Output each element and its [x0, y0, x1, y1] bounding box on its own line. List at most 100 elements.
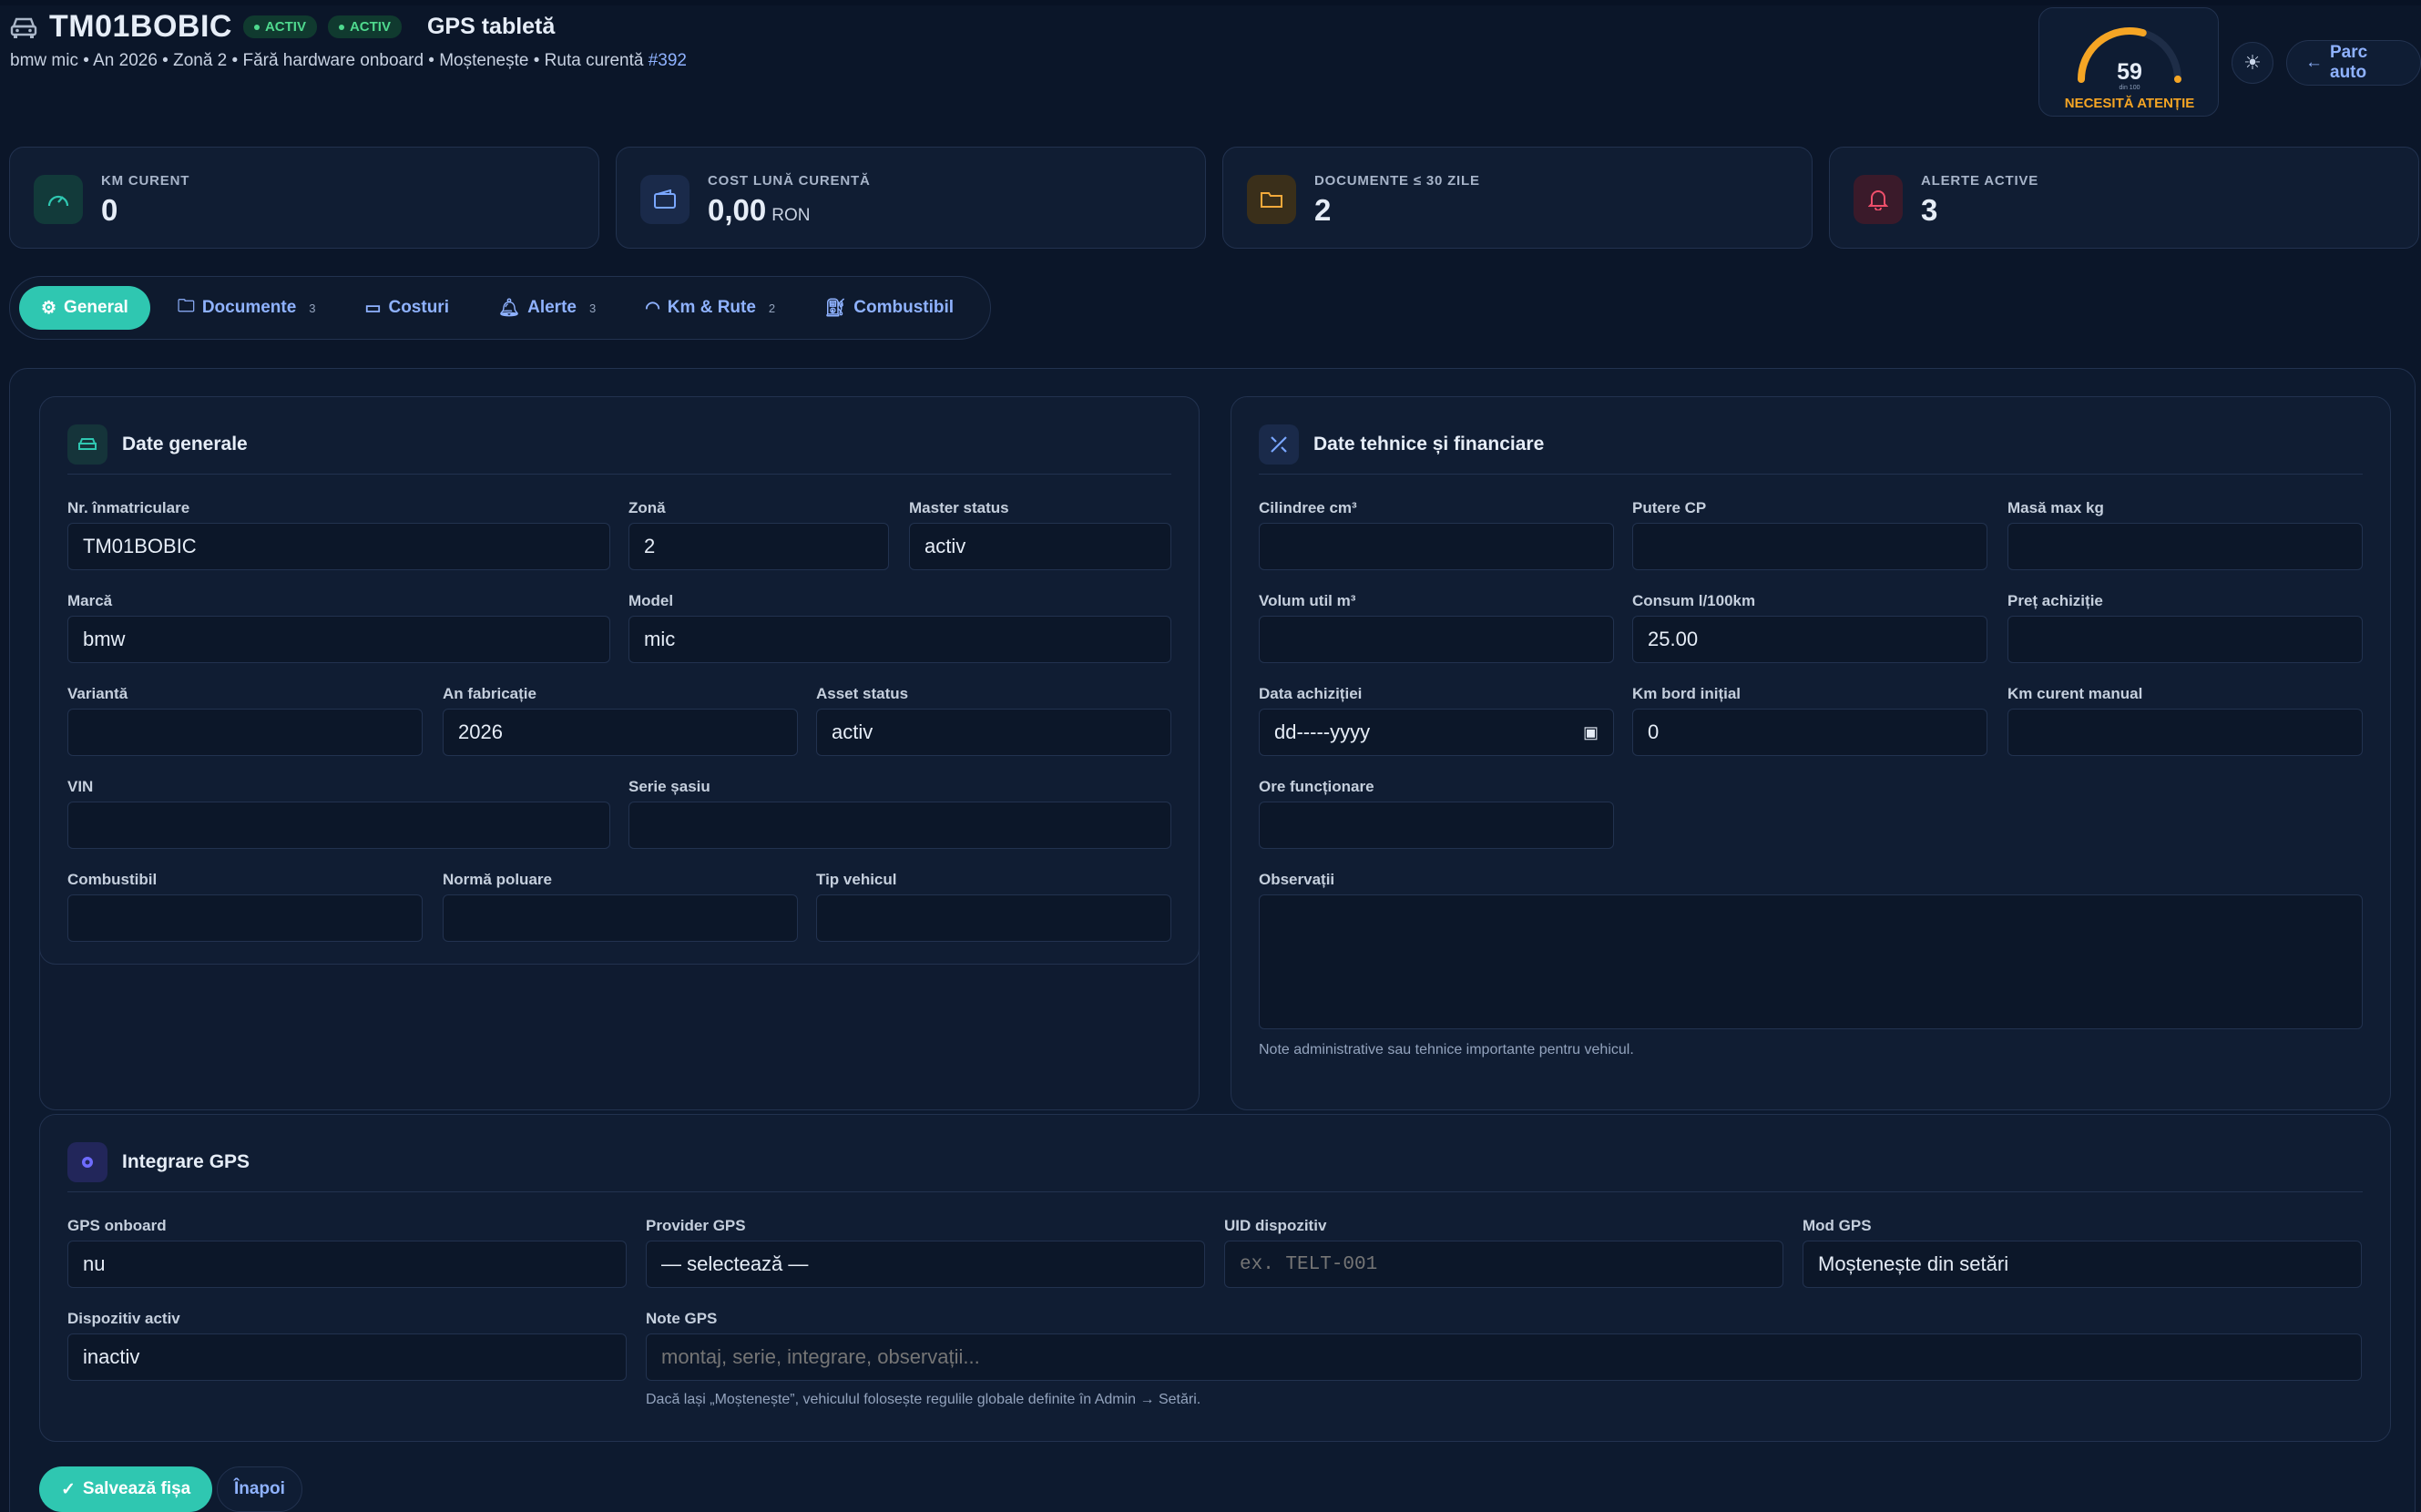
variant-input[interactable]: [67, 709, 423, 756]
kpi-documents-30-days: DOCUMENTE ≤ 30 ZILE 2: [1222, 147, 1813, 249]
car-icon: [10, 17, 37, 38]
purchase-date-placeholder: dd-----yyyy: [1274, 720, 1371, 743]
notes-hint: Note administrative sau tehnice importan…: [1259, 1042, 1634, 1057]
route-link[interactable]: #392: [649, 51, 687, 70]
gps-integration-card: Integrare GPS GPS onboard Provider GPS —…: [39, 1114, 2391, 1442]
tab-km-rute[interactable]: ◠ Km & Rute 2: [623, 286, 797, 330]
kpi-label: ALERTE ACTIVE: [1921, 173, 2039, 189]
tab-label: General: [64, 298, 128, 317]
gps-notes-input[interactable]: [646, 1333, 2362, 1381]
tab-count: 2: [768, 301, 776, 315]
tab-documente[interactable]: 🗀 Documente 3: [156, 286, 338, 330]
chassis-input[interactable]: [628, 802, 1171, 849]
device-uid-input[interactable]: [1224, 1241, 1783, 1288]
chip-icon: [67, 1142, 107, 1182]
calendar-icon[interactable]: ▣: [1583, 723, 1599, 742]
tab-alerte[interactable]: 🔔︎ Alerte 3: [476, 286, 618, 330]
kpi-km-current: KM CURENT 0: [9, 147, 599, 249]
health-score: 59: [2117, 59, 2142, 85]
technical-card-header: Date tehnice și financiare: [1259, 424, 1544, 465]
manual-km-input[interactable]: [2007, 709, 2363, 756]
device-active-label: Dispozitiv activ: [67, 1310, 180, 1327]
cargo-volume-input[interactable]: [1259, 616, 1614, 663]
top-strip: [0, 0, 2421, 5]
asset-status-input[interactable]: [816, 709, 1171, 756]
max-mass-input[interactable]: [2007, 523, 2363, 570]
max-mass-label: Masă max kg: [2007, 499, 2104, 516]
technical-card-title: Date tehnice și financiare: [1313, 434, 1545, 455]
tab-bar: ⚙ General 🗀 Documente 3 ▭ Costuri 🔔︎ Alerte 3 …: [9, 276, 991, 340]
brand-input[interactable]: [67, 616, 610, 663]
zone-input[interactable]: [628, 523, 889, 570]
horsepower-label: Putere CP: [1632, 499, 1707, 516]
kpi-value: 3: [1921, 193, 1937, 228]
initial-km-label: Km bord inițial: [1632, 685, 1741, 702]
purchase-price-input[interactable]: [2007, 616, 2363, 663]
status-dot: [253, 24, 260, 30]
kpi-cost-month: COST LUNĂ CURENTĂ 0,00 RON: [616, 147, 1206, 249]
back-to-fleet-button[interactable]: ← Parc auto: [2286, 40, 2421, 86]
gear-icon: ⚙: [41, 298, 57, 318]
vehicle-type-input[interactable]: [816, 894, 1171, 942]
arrow-left-icon: ←: [2305, 53, 2323, 72]
tab-label: Documente: [201, 298, 297, 317]
back-to-fleet-label: Parc auto: [2330, 43, 2368, 82]
tab-combustibil[interactable]: ⛽︎ Combustibil: [802, 286, 976, 330]
emission-norm-input[interactable]: [443, 894, 798, 942]
gps-mode-title: GPS tabletă: [426, 14, 556, 39]
notes-textarea[interactable]: [1259, 894, 2363, 1029]
vehicle-subtitle: bmw mic • An 2026 • Zonă 2 • Fără hardwa…: [10, 51, 687, 71]
model-input[interactable]: [628, 616, 1171, 663]
consumption-input[interactable]: [1632, 616, 1987, 663]
horsepower-input[interactable]: [1632, 523, 1987, 570]
back-button[interactable]: Înapoi: [217, 1466, 302, 1512]
general-card-title: Date generale: [122, 434, 248, 455]
asset-status-label: Asset status: [816, 685, 909, 702]
save-button[interactable]: ✓ Salvează fișa: [39, 1466, 213, 1512]
tab-general[interactable]: ⚙ General: [19, 286, 150, 330]
tab-count: 3: [588, 301, 597, 315]
displacement-input[interactable]: [1259, 523, 1614, 570]
cargo-volume-label: Volum util m³: [1259, 592, 1356, 609]
vehicle-plate: TM01BOBIC: [49, 9, 232, 44]
tab-label: Km & Rute: [667, 298, 756, 317]
vin-input[interactable]: [67, 802, 610, 849]
tab-label: Costuri: [388, 298, 449, 317]
gps-onboard-input[interactable]: [67, 1241, 627, 1288]
status-badge-label: ACTIV: [264, 19, 306, 35]
initial-km-input[interactable]: [1632, 709, 1987, 756]
divider: [67, 1191, 2363, 1192]
tab-costuri[interactable]: ▭ Costuri: [343, 286, 471, 330]
gps-mode-select[interactable]: Moștenește din setări: [1803, 1241, 2362, 1288]
fuel-type-input[interactable]: [67, 894, 423, 942]
tab-label: Alerte: [527, 298, 577, 317]
general-data-card: Date generale Nr. înmatriculare Zonă Mas…: [39, 396, 1200, 965]
gps-card-title: Integrare GPS: [122, 1151, 250, 1172]
subtitle-text: bmw mic • An 2026 • Zonă 2 • Fără hardwa…: [10, 51, 649, 70]
purchase-date-input[interactable]: dd-----yyyy ▣: [1259, 709, 1614, 756]
car-icon: [67, 424, 107, 465]
bell-icon: [1854, 175, 1903, 224]
save-button-label: Salvează fișa: [82, 1479, 191, 1498]
vehicle-type-label: Tip vehicul: [816, 871, 897, 888]
tools-icon: [1259, 424, 1299, 465]
gps-provider-select[interactable]: — selectează —: [646, 1241, 1205, 1288]
check-icon: ✓: [61, 1479, 76, 1499]
general-card-header: Date generale: [67, 424, 248, 465]
theme-toggle-button[interactable]: ☀: [2232, 42, 2273, 84]
tab-count: 3: [309, 301, 316, 315]
asset-status-badge: ACTIV: [327, 15, 402, 38]
gps-provider-label: Provider GPS: [646, 1217, 746, 1234]
device-active-input[interactable]: [67, 1333, 627, 1381]
year-input[interactable]: [443, 709, 798, 756]
registration-label: Nr. înmatriculare: [67, 499, 190, 516]
purchase-price-label: Preț achiziție: [2007, 592, 2103, 609]
operating-hours-input[interactable]: [1259, 802, 1614, 849]
kpi-label: COST LUNĂ CURENTĂ: [708, 173, 871, 189]
folder-icon: 🗀: [177, 297, 195, 316]
kpi-value: 2: [1314, 193, 1331, 228]
vin-label: VIN: [67, 778, 94, 795]
purchase-date-label: Data achiziției: [1259, 685, 1363, 702]
registration-input[interactable]: [67, 523, 610, 570]
master-status-input[interactable]: [909, 523, 1171, 570]
